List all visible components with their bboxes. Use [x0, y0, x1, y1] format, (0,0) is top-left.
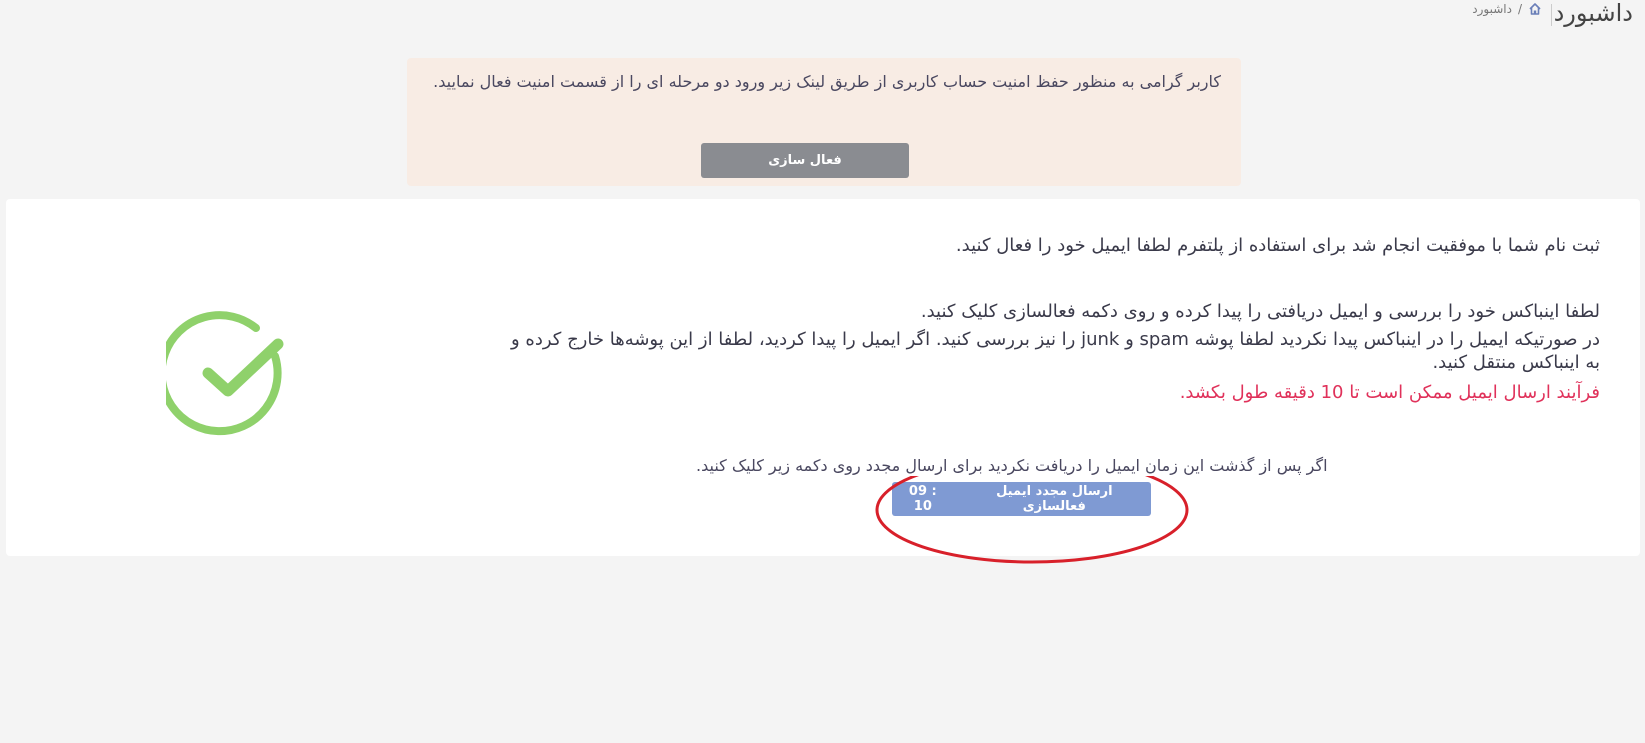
- breadcrumb-current: داشبورد: [1472, 2, 1512, 16]
- registration-success-text: ثبت نام شما با موفقیت انجام شد برای استف…: [955, 235, 1600, 256]
- resend-note: اگر پس از گذشت این زمان ایمیل را دریافت …: [696, 456, 1328, 475]
- breadcrumb: / داشبورد: [1472, 2, 1542, 16]
- resend-button-label: ارسال مجدد ایمیل فعالسازی: [996, 484, 1113, 514]
- resend-countdown-timer: 09 : 10: [908, 484, 937, 514]
- security-alert-message: کاربر گرامی به منظور حفظ امنیت حساب کارب…: [433, 72, 1221, 91]
- check-inbox-text: لطفا اینباکس خود را بررسی و ایمیل دریافت…: [920, 301, 1600, 322]
- email-delay-warning: فرآیند ارسال ایمیل ممکن است تا 10 دقیقه …: [1179, 382, 1600, 403]
- activate-2fa-button[interactable]: فعال سازی: [701, 143, 909, 178]
- security-alert: کاربر گرامی به منظور حفظ امنیت حساب کارب…: [407, 58, 1241, 186]
- spam-folder-text: در صورتیکه ایمیل را در اینباکس پیدا نکرد…: [510, 329, 1600, 350]
- page-title: داشبورد: [1553, 0, 1633, 27]
- home-icon[interactable]: [1528, 2, 1542, 16]
- title-divider: [1551, 4, 1552, 26]
- move-to-inbox-text: به اینباکس منتقل کنید.: [1432, 352, 1600, 373]
- registration-card: ثبت نام شما با موفقیت انجام شد برای استف…: [6, 199, 1640, 556]
- top-bar: داشبورد / داشبورد: [0, 0, 1645, 30]
- check-circle-icon: [166, 311, 284, 436]
- breadcrumb-separator: /: [1517, 2, 1522, 16]
- resend-activation-email-button[interactable]: ارسال مجدد ایمیل فعالسازی 09 : 10: [892, 482, 1151, 516]
